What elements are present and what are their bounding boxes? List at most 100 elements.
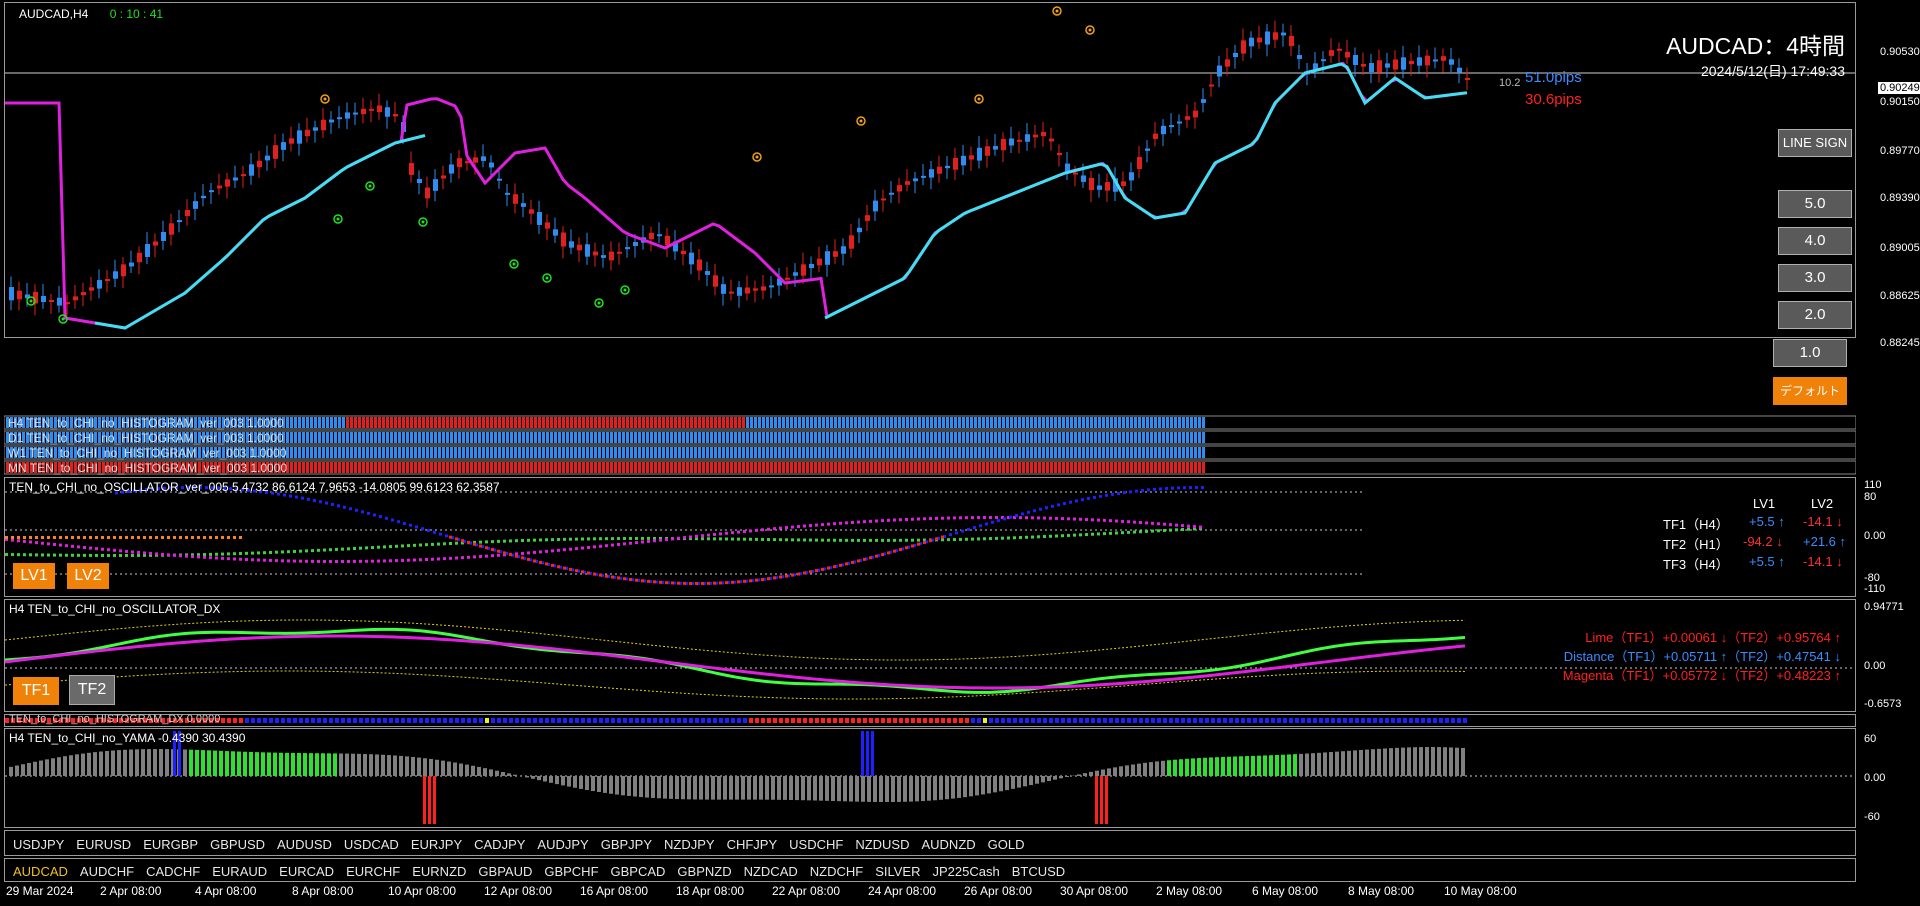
price-chart-pane[interactable]: AUDCAD,H4 0 : 10 : 41 AUDCAD：4時間 2024/5/… [4, 2, 1856, 338]
histogram-label-h4: H4 TEN_to_CHI_no_HISTOGRAM_ver_003 1.000… [8, 416, 284, 430]
dx-tick: 0.94771 [1864, 601, 1904, 613]
date-label: 16 Apr 08:00 [580, 884, 649, 898]
symbol-tab-audusd[interactable]: AUDUSD [277, 837, 332, 852]
symbol-tab-eurjpy[interactable]: EURJPY [411, 837, 462, 852]
symbol-tab-nzdcad[interactable]: NZDCAD [744, 864, 798, 879]
table-row: TF3（H4） +5.5 ↑ -14.1 ↓ [1655, 554, 1855, 574]
pips-red: 30.6pips [1525, 91, 1582, 108]
symbol-tab-cadchf[interactable]: CADCHF [146, 864, 200, 879]
symbol-tab-euraud[interactable]: EURAUD [212, 864, 267, 879]
price-tick: 0.90530 [1880, 46, 1920, 58]
price-tick: 0.89005 [1880, 242, 1920, 254]
date-axis: 29 Mar 2024 2 Apr 08:00 4 Apr 08:00 8 Ap… [0, 884, 1920, 906]
symbol-tab-silver[interactable]: SILVER [875, 864, 920, 879]
table-row: TF2（H1） -94.2 ↓ +21.6 ↑ [1655, 534, 1855, 554]
pips-blue: 51.0pips [1525, 69, 1582, 86]
symbol-bar-2: AUDCAD AUDCHF CADCHF EURAUD EURCAD EURCHF EURN… [4, 858, 1856, 882]
date-label: 24 Apr 08:00 [868, 884, 937, 898]
symbol-label: AUDCAD,H4 0 : 10 : 41 [19, 7, 163, 21]
price-tick: 0.89770 [1880, 145, 1920, 157]
tf2-button[interactable]: TF2 [69, 675, 115, 705]
symbol-name: AUDCAD,H4 [19, 7, 89, 21]
date-label: 12 Apr 08:00 [484, 884, 553, 898]
line-sign-button[interactable]: LINE SIGN [1778, 129, 1852, 157]
symbol-tab-eurgbp[interactable]: EURGBP [143, 837, 198, 852]
symbol-tab-gbpaud[interactable]: GBPAUD [478, 864, 532, 879]
histogram-label-d1: D1 TEN_to_CHI_no_HISTOGRAM_ver_003 1.000… [8, 431, 284, 445]
row-tf: TF2（H1） [1663, 537, 1729, 552]
oscillator-table: LV1 LV2 TF1（H4） +5.5 ↑ -14.1 ↓ TF2（H1） -… [1655, 496, 1855, 574]
symbol-tab-gbpcad[interactable]: GBPCAD [611, 864, 666, 879]
lv1-button[interactable]: LV1 [13, 563, 55, 589]
symbol-tab-cadjpy[interactable]: CADJPY [474, 837, 525, 852]
osc-tick: 110 [1864, 479, 1882, 491]
symbol-tab-gbpchf[interactable]: GBPCHF [544, 864, 598, 879]
dx-histogram-label: TEN_to_CHI_no_HISTOGRAM_DX 0.0000 [9, 713, 221, 725]
symbol-tab-eurchf[interactable]: EURCHF [346, 864, 400, 879]
symbol-tab-usdcad[interactable]: USDCAD [344, 837, 399, 852]
bar-countdown: 0 : 10 : 41 [109, 7, 164, 21]
lv2-button[interactable]: LV2 [67, 563, 109, 589]
oscillator-label: TEN_to_CHI_no_OSCILLATOR_ver_005 5.4732 … [9, 480, 500, 494]
symbol-tab-eurcad[interactable]: EURCAD [279, 864, 334, 879]
default-button[interactable]: デフォルト [1773, 377, 1847, 405]
symbol-tab-usdjpy[interactable]: USDJPY [13, 837, 64, 852]
symbol-tab-usdchf[interactable]: USDCHF [789, 837, 843, 852]
symbol-tab-jp225cash[interactable]: JP225Cash [932, 864, 999, 879]
yama-tick: -60 [1864, 811, 1880, 823]
yama-pane[interactable]: H4 TEN_to_CHI_no_YAMA -0.4390 30.4390 [4, 728, 1856, 828]
symbol-tab-btcusd[interactable]: BTCUSD [1012, 864, 1065, 879]
symbol-tab-gbpjpy[interactable]: GBPJPY [601, 837, 652, 852]
row-lv2: -14.1 ↓ [1803, 514, 1843, 529]
level-5-button[interactable]: 5.0 [1778, 190, 1852, 218]
osc-tick: -110 [1864, 583, 1886, 595]
symbol-tab-nzdusd[interactable]: NZDUSD [855, 837, 909, 852]
row-tf: TF3（H4） [1663, 557, 1729, 572]
date-label: 29 Mar 2024 [6, 884, 74, 898]
symbol-tab-audcad[interactable]: AUDCAD [13, 864, 68, 879]
row-lv1: -94.2 ↓ [1743, 534, 1783, 549]
dx-label: H4 TEN_to_CHI_no_OSCILLATOR_DX [9, 602, 221, 616]
level-3-button[interactable]: 3.0 [1778, 264, 1852, 292]
level-2-button[interactable]: 2.0 [1778, 301, 1852, 329]
date-label: 6 May 08:00 [1252, 884, 1319, 898]
date-label: 10 Apr 08:00 [388, 884, 457, 898]
dx-legend-magenta: Magenta（TF1）+0.05772 ↓（TF2）+0.48223 ↑ [1562, 668, 1841, 683]
level-4-button[interactable]: 4.0 [1778, 227, 1852, 255]
symbol-tab-chfjpy[interactable]: CHFJPY [727, 837, 778, 852]
oscillator-pane[interactable]: TEN_to_CHI_no_OSCILLATOR_ver_005 5.4732 … [4, 477, 1856, 597]
osc-tick: 0.00 [1864, 530, 1886, 542]
dx-legend-lime: Lime（TF1）+0.00061 ↓（TF2）+0.95764 ↑ [1585, 630, 1841, 645]
date-label: 4 Apr 08:00 [195, 884, 257, 898]
symbol-tab-audnzd[interactable]: AUDNZD [921, 837, 975, 852]
symbol-tab-audjpy[interactable]: AUDJPY [537, 837, 588, 852]
table-head-lv1: LV1 [1753, 496, 1776, 511]
date-label: 30 Apr 08:00 [1060, 884, 1129, 898]
symbol-tab-nzdchf[interactable]: NZDCHF [810, 864, 863, 879]
date-label: 8 Apr 08:00 [292, 884, 354, 898]
row-lv2: +21.6 ↑ [1803, 534, 1847, 549]
symbol-tab-gold[interactable]: GOLD [988, 837, 1025, 852]
level-1-button-visible[interactable]: 1.0 [1773, 339, 1847, 367]
date-label: 2 Apr 08:00 [100, 884, 162, 898]
chart-title: AUDCAD：4時間 [1666, 33, 1845, 59]
spread-value: 10.2 [1499, 77, 1521, 89]
symbol-tab-eurnzd[interactable]: EURNZD [412, 864, 466, 879]
symbol-tab-audchf[interactable]: AUDCHF [80, 864, 134, 879]
tf1-button[interactable]: TF1 [13, 677, 59, 705]
symbol-tab-nzdjpy[interactable]: NZDJPY [664, 837, 715, 852]
row-lv1: +5.5 ↑ [1749, 554, 1785, 569]
price-chart-svg [5, 6, 1855, 330]
date-label: 22 Apr 08:00 [772, 884, 841, 898]
chart-datetime: 2024/5/12(日) 17:49:33 [1701, 63, 1845, 79]
symbol-row-2: AUDCAD AUDCHF CADCHF EURAUD EURCAD EURCHF EURN… [13, 863, 1855, 881]
dx-pane[interactable]: H4 TEN_to_CHI_no_OSCILLATOR_DX TF1 TF2 L… [4, 599, 1856, 712]
symbol-tab-eurusd[interactable]: EURUSD [76, 837, 131, 852]
osc-tick: 80 [1864, 491, 1877, 503]
price-tick: 0.90150 [1880, 96, 1920, 108]
row-lv1: +5.5 ↑ [1749, 514, 1785, 529]
symbol-tab-gbpusd[interactable]: GBPUSD [210, 837, 265, 852]
symbol-bar-1: USDJPY EURUSD EURGBP GBPUSD AUDUSD USDCAD EURJ… [4, 830, 1856, 856]
symbol-tab-gbpnzd[interactable]: GBPNZD [677, 864, 731, 879]
dx-legend-distance: Distance（TF1）+0.05711 ↑（TF2）+0.47541 ↓ [1563, 649, 1841, 664]
